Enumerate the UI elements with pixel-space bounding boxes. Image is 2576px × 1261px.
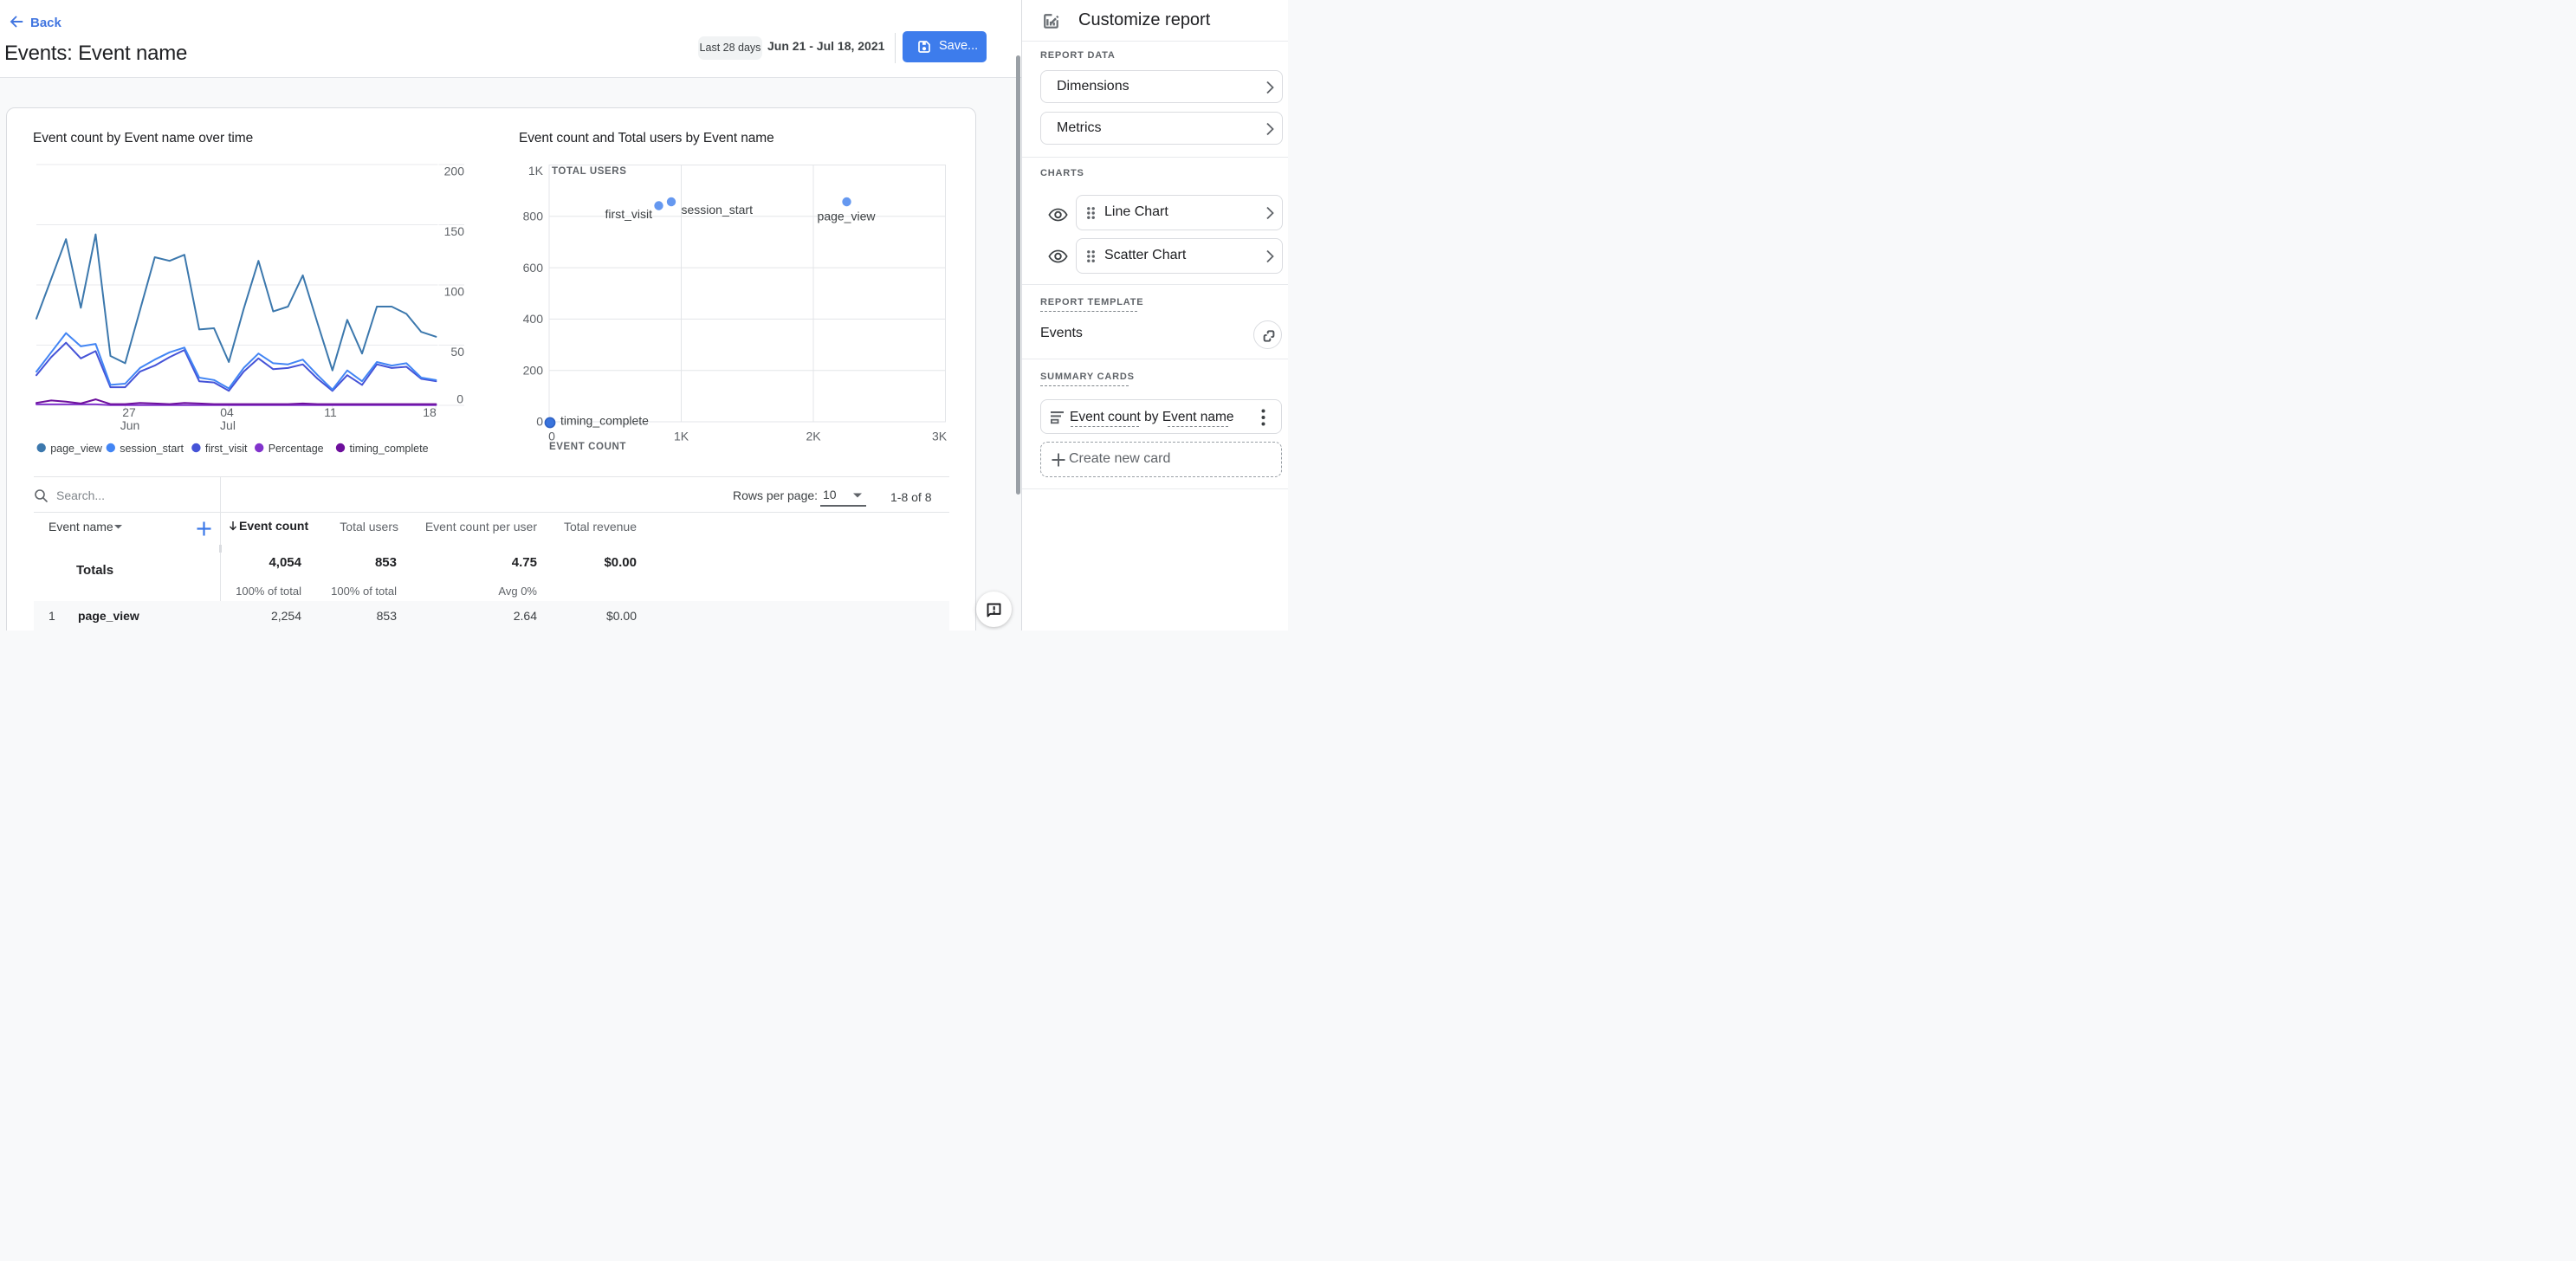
svg-text:page_view: page_view xyxy=(50,443,103,455)
svg-text:1K: 1K xyxy=(528,164,544,178)
svg-text:200: 200 xyxy=(444,165,465,178)
svg-text:first_visit: first_visit xyxy=(205,443,248,455)
svg-text:2K: 2K xyxy=(806,430,821,443)
svg-text:1K: 1K xyxy=(674,430,689,443)
svg-text:50: 50 xyxy=(450,345,464,359)
svg-text:timing_complete: timing_complete xyxy=(350,443,429,455)
svg-text:3K: 3K xyxy=(932,430,948,443)
svg-text:TOTAL USERS: TOTAL USERS xyxy=(552,166,626,177)
svg-text:04: 04 xyxy=(220,405,234,419)
svg-text:EVENT COUNT: EVENT COUNT xyxy=(549,442,626,452)
svg-text:Percentage: Percentage xyxy=(269,443,324,455)
svg-text:first_visit: first_visit xyxy=(605,207,653,221)
svg-text:session_start: session_start xyxy=(682,203,754,217)
svg-text:page_view: page_view xyxy=(818,210,877,223)
svg-text:600: 600 xyxy=(523,261,544,275)
svg-text:Jul: Jul xyxy=(220,418,236,432)
svg-text:800: 800 xyxy=(523,210,544,223)
svg-text:400: 400 xyxy=(523,312,544,326)
svg-text:150: 150 xyxy=(444,224,465,238)
svg-text:Jun: Jun xyxy=(120,418,140,432)
svg-text:session_start: session_start xyxy=(120,443,184,455)
svg-text:0: 0 xyxy=(456,392,463,406)
svg-text:0: 0 xyxy=(536,415,543,429)
svg-text:100: 100 xyxy=(444,285,465,299)
svg-text:27: 27 xyxy=(122,405,136,419)
svg-text:18: 18 xyxy=(423,405,437,419)
svg-text:11: 11 xyxy=(324,405,337,419)
svg-text:timing_complete: timing_complete xyxy=(560,414,649,428)
svg-text:200: 200 xyxy=(523,363,544,377)
